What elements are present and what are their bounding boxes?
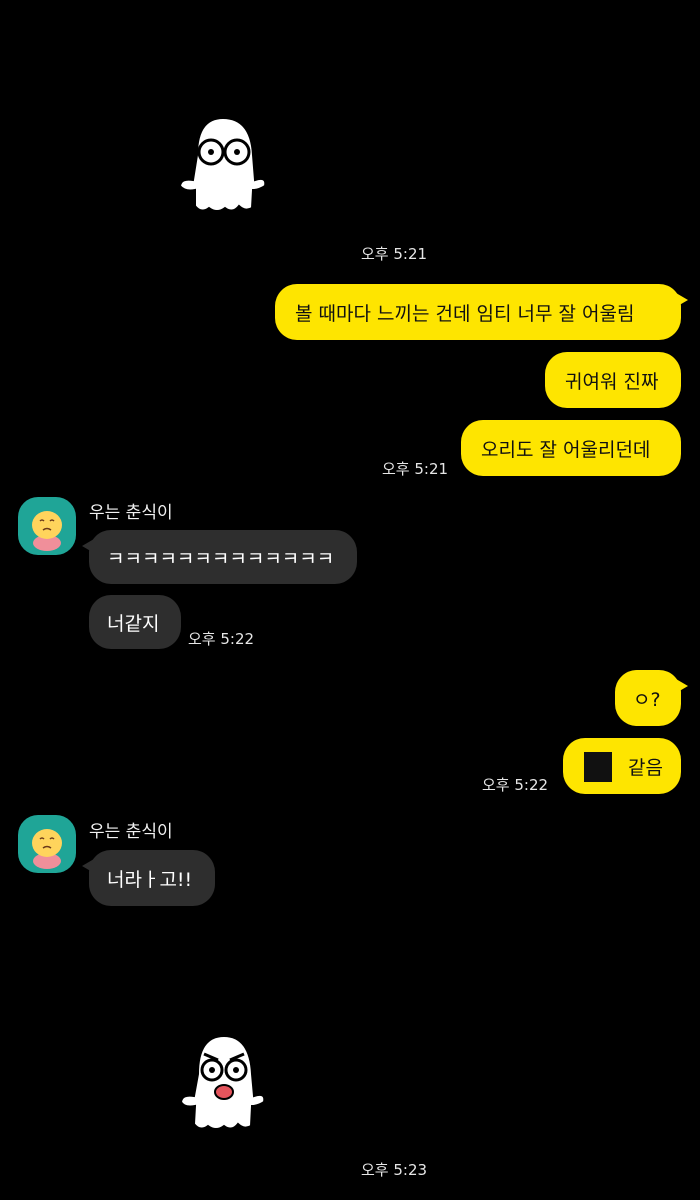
message-text: 오리도 잘 어울리던데 <box>481 438 651 461</box>
sender-name: 우는 춘식이 <box>89 503 173 523</box>
shocked-ghost-sticker-icon[interactable] <box>178 1030 270 1138</box>
message-text: ㅋㅋㅋㅋㅋㅋㅋㅋㅋㅋㅋㅋㅋ <box>107 547 335 570</box>
message-text: 볼 때마다 느끼는 건데 임티 너무 잘 어울림 <box>295 302 635 325</box>
timestamp: 오후 5:22 <box>482 776 549 794</box>
their-message-bubble[interactable]: 너같지 <box>89 595 181 649</box>
redaction-mark <box>584 752 612 782</box>
their-message-bubble[interactable]: ㅋㅋㅋㅋㅋㅋㅋㅋㅋㅋㅋㅋㅋ <box>82 530 357 584</box>
timestamp: 오후 5:21 <box>361 245 428 263</box>
my-message-bubble[interactable]: ㅇ? <box>615 670 688 726</box>
ghost-sticker-icon[interactable] <box>175 110 270 220</box>
message-text: ㅇ? <box>633 688 661 711</box>
choonsik-avatar-icon <box>32 511 62 551</box>
message-text: 귀여워 진짜 <box>565 370 659 393</box>
contact-avatar[interactable] <box>18 815 76 873</box>
timestamp: 오후 5:22 <box>188 630 255 648</box>
my-message-bubble[interactable]: 귀여워 진짜 <box>545 352 681 408</box>
their-message-bubble[interactable]: 너라ㅏ고!! <box>82 850 215 906</box>
timestamp: 오후 5:21 <box>382 460 449 478</box>
message-text: 같음 <box>628 756 663 779</box>
message-text: 너같지 <box>107 612 160 635</box>
timestamp: 오후 5:23 <box>361 1161 428 1179</box>
my-message-bubble[interactable]: 같음 <box>563 738 681 794</box>
my-message-bubble[interactable]: 오리도 잘 어울리던데 <box>461 420 681 476</box>
contact-avatar[interactable] <box>18 497 76 555</box>
choonsik-avatar-icon <box>32 829 62 869</box>
sender-name: 우는 춘식이 <box>89 822 173 842</box>
my-message-bubble[interactable]: 볼 때마다 느끼는 건데 임티 너무 잘 어울림 <box>275 284 688 340</box>
message-text: 너라ㅏ고!! <box>107 868 193 891</box>
